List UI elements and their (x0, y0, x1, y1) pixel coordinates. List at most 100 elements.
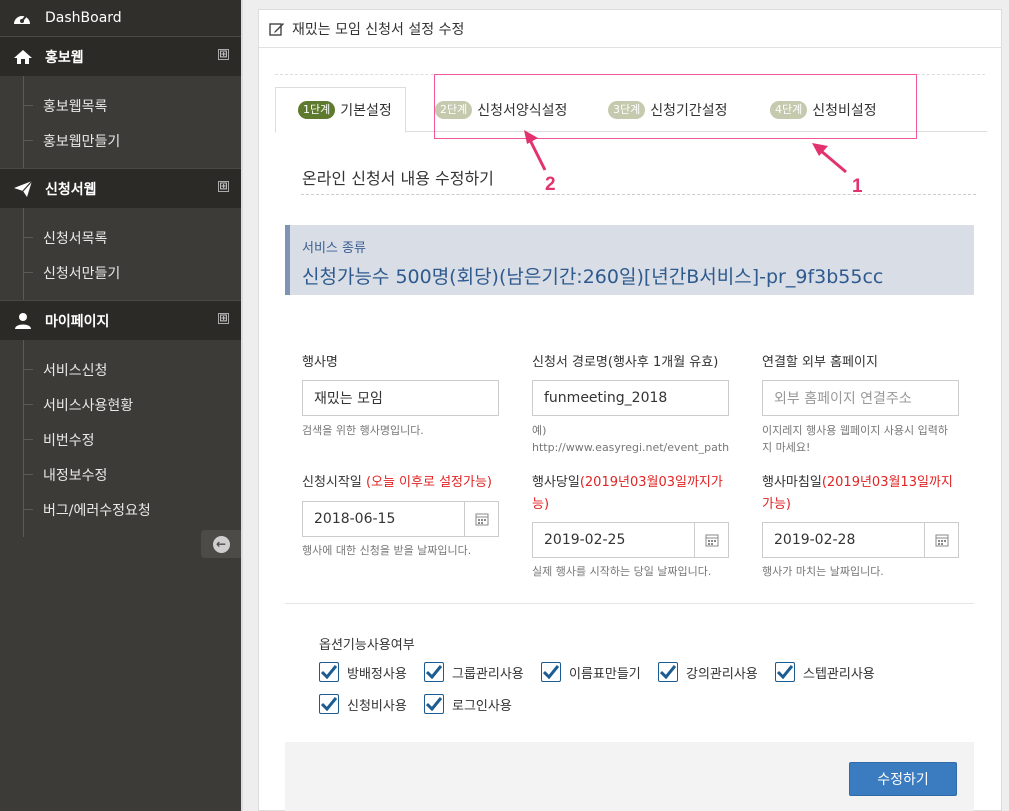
option-group-manage-checkbox[interactable]: 그룹관리사용 (424, 662, 524, 682)
sidebar-collapse-button[interactable]: ← (201, 530, 241, 558)
end-day-input[interactable]: 2019-02-28 (762, 522, 959, 558)
paper-plane-icon (12, 180, 34, 198)
path-help-line: 예) (532, 424, 547, 437)
service-type-box: 서비스 종류 신청가능수 500명(회당)(남은기간:260일)[년간B서비스]… (285, 225, 974, 295)
option-fee-checkbox[interactable]: 신청비사용 (319, 694, 407, 714)
tab-label: 기본설정 (340, 103, 392, 119)
sidebar-item-application-list[interactable]: 신청서목록 (0, 220, 241, 255)
calendar-icon[interactable] (924, 523, 958, 557)
calendar-icon[interactable] (464, 502, 498, 536)
homepage-label: 연결할 외부 홈페이지 (762, 355, 878, 370)
option-login-checkbox[interactable]: 로그인사용 (424, 694, 512, 714)
checkbox-checked-icon (319, 694, 339, 714)
path-input[interactable]: funmeeting_2018 (532, 380, 729, 416)
option-label: 그룹관리사용 (452, 666, 524, 682)
homepage-help-line: 지 마세요! (762, 441, 811, 454)
option-label: 이름표만들기 (569, 666, 641, 682)
end-day-help: 행사가 마치는 날짜입니다. (762, 565, 884, 578)
event-name-label: 행사명 (302, 355, 338, 370)
start-date-input[interactable]: 2018-06-15 (302, 501, 499, 537)
options-title: 옵션기능사용여부 (319, 638, 415, 653)
sidebar-item-profile[interactable]: 내정보수정 (0, 457, 241, 492)
checkbox-checked-icon (424, 694, 444, 714)
option-lecture-manage-checkbox[interactable]: 강의관리사용 (658, 662, 758, 682)
sidebar-item-promo-list[interactable]: 홍보웹목록 (0, 88, 241, 123)
path-help: 예) http://www.easyregi.net/event_path (532, 422, 729, 456)
event-day-help: 실제 행사를 시작하는 당일 날짜입니다. (532, 565, 712, 578)
start-date-value: 2018-06-15 (314, 511, 396, 527)
sidebar-group-mypage: 서비스신청 서비스사용현황 비번수정 내정보수정 버그/에러수정요청 (0, 340, 241, 537)
section-divider (285, 603, 974, 604)
service-type-label: 서비스 종류 (302, 241, 366, 256)
event-day-note-cont: 능) (532, 497, 550, 512)
end-day-value: 2019-02-28 (774, 532, 856, 548)
homepage-help-line: 이지레지 행사용 웹페이지 사용시 입력하 (762, 424, 949, 437)
checkbox-checked-icon (319, 662, 339, 682)
event-day-label-text: 행사당일 (532, 475, 580, 490)
event-name-help: 검색을 위한 행사명입니다. (302, 424, 424, 437)
panel-header: 재밌는 모임 신청서 설정 수정 (259, 10, 1001, 48)
annotation-arrow-1 (812, 143, 847, 174)
user-icon (12, 312, 34, 330)
expand-plus-icon[interactable]: ⊞ (218, 313, 229, 324)
arrow-left-circle-icon: ← (212, 535, 230, 553)
panel-title: 재밌는 모임 신청서 설정 수정 (292, 21, 465, 38)
start-date-label: 신청시작일 (오늘 이후로 설정가능) (302, 472, 492, 494)
sidebar-item-dashboard[interactable]: DashBoard (0, 0, 241, 36)
option-label: 방배정사용 (347, 666, 407, 682)
option-label: 스텝관리사용 (803, 666, 875, 682)
annotation-arrow-2 (524, 130, 547, 171)
sidebar-item-application-create[interactable]: 신청서만들기 (0, 255, 241, 290)
settings-panel: 재밌는 모임 신청서 설정 수정 1단계 기본설정 2단계 신청서양식설정 3단… (258, 9, 1002, 811)
option-label: 강의관리사용 (686, 666, 758, 682)
sidebar-section-label: 홍보웹 (45, 49, 84, 66)
homepage-input[interactable]: 외부 홈페이지 연결주소 (762, 380, 959, 416)
option-name-tag-checkbox[interactable]: 이름표만들기 (541, 662, 641, 682)
service-type-value: 신청가능수 500명(회당)(남은기간:260일)[년간B서비스]-pr_9f3… (302, 266, 884, 288)
option-room-assign-checkbox[interactable]: 방배정사용 (319, 662, 407, 682)
option-label: 신청비사용 (347, 698, 407, 714)
form-subtitle: 온라인 신청서 내용 수정하기 (302, 169, 494, 188)
event-day-value: 2019-02-25 (544, 532, 626, 548)
annotation-number-2: 2 (545, 174, 556, 195)
sidebar-section-application[interactable]: 신청서웹 ⊞ (0, 168, 241, 208)
sidebar-item-promo-create[interactable]: 홍보웹만들기 (0, 123, 241, 158)
sidebar-group-application: 신청서목록 신청서만들기 (0, 208, 241, 300)
checkbox-checked-icon (775, 662, 795, 682)
expand-plus-icon[interactable]: ⊞ (218, 181, 229, 192)
event-day-note: (2019년03월03일까지가 (579, 475, 723, 490)
sidebar-section-mypage[interactable]: 마이페이지 ⊞ (0, 300, 241, 340)
sidebar-dashboard-label: DashBoard (45, 10, 122, 26)
sidebar-item-service-apply[interactable]: 서비스신청 (0, 352, 241, 387)
edit-icon (269, 22, 285, 36)
path-help-line: http://www.easyregi.net/event_path (532, 441, 730, 454)
sidebar-item-bug-report[interactable]: 버그/에러수정요청 (0, 492, 241, 527)
checkbox-checked-icon (541, 662, 561, 682)
checkbox-checked-icon (658, 662, 678, 682)
event-name-input[interactable]: 재밌는 모임 (302, 380, 499, 416)
submit-button[interactable]: 수정하기 (849, 762, 957, 796)
sidebar: DashBoard 홍보웹 ⊞ 홍보웹목록 홍보웹만들기 신청서웹 ⊞ 신청서목… (0, 0, 241, 811)
event-day-input[interactable]: 2019-02-25 (532, 522, 729, 558)
start-date-note: (오늘 이후로 설정가능) (365, 475, 492, 490)
expand-plus-icon[interactable]: ⊞ (218, 49, 229, 60)
sidebar-item-password[interactable]: 비번수정 (0, 422, 241, 457)
sidebar-section-label: 마이페이지 (45, 313, 110, 330)
start-date-help: 행사에 대한 신청을 받을 날짜입니다. (302, 544, 472, 557)
end-day-label: 행사마침일(2019년03월13일까지 가능) (762, 472, 953, 516)
divider-dashed (301, 194, 976, 195)
sidebar-item-service-usage[interactable]: 서비스사용현황 (0, 387, 241, 422)
annotation-highlight-box (434, 74, 917, 139)
home-icon (12, 49, 34, 65)
end-day-note: (2019년03월13일까지 (821, 475, 953, 490)
calendar-icon[interactable] (694, 523, 728, 557)
event-day-label: 행사당일(2019년03월03일까지가 능) (532, 472, 723, 516)
tab-step-1[interactable]: 1단계 기본설정 (275, 87, 406, 133)
main-area: 재밌는 모임 신청서 설정 수정 1단계 기본설정 2단계 신청서양식설정 3단… (241, 0, 1009, 811)
sidebar-section-promo[interactable]: 홍보웹 ⊞ (0, 36, 241, 76)
option-staff-manage-checkbox[interactable]: 스텝관리사용 (775, 662, 875, 682)
path-label: 신청서 경로명(행사후 1개월 유효) (532, 355, 719, 370)
dashboard-gauge-icon (12, 10, 32, 26)
end-day-label-text: 행사마침일 (762, 475, 822, 490)
option-label: 로그인사용 (452, 698, 512, 714)
